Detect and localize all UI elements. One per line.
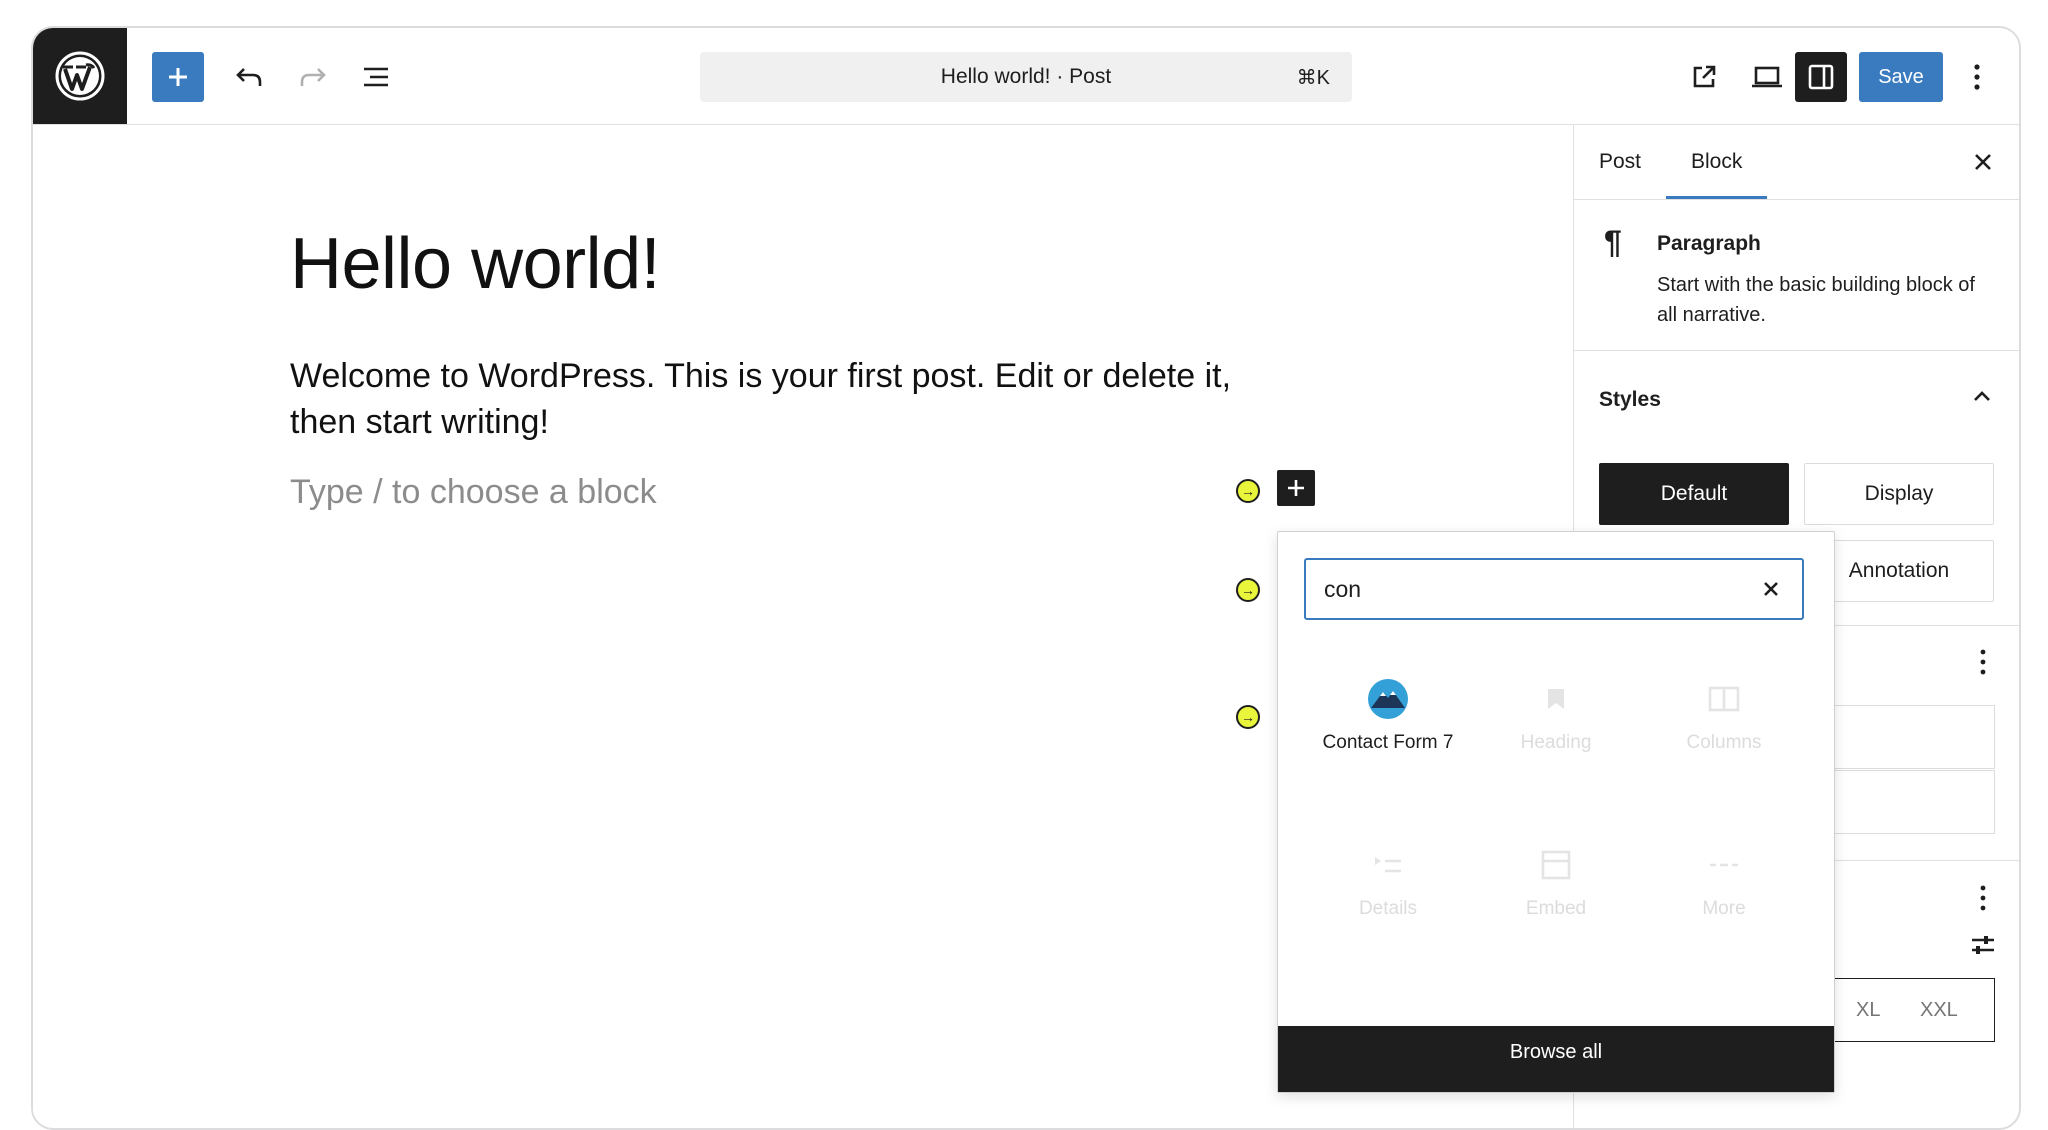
- block-card-description: Start with the basic building block of a…: [1657, 274, 1975, 326]
- settings-sidebar-toggle[interactable]: [1795, 52, 1847, 102]
- plus-icon: [169, 68, 187, 86]
- columns-icon: [1708, 686, 1740, 712]
- clear-search-button[interactable]: [1758, 576, 1784, 602]
- typography-settings-button[interactable]: [1970, 933, 1996, 962]
- font-size-xl[interactable]: XL: [1856, 999, 1880, 1022]
- block-result-heading[interactable]: Heading: [1472, 676, 1640, 754]
- style-default-button[interactable]: Default: [1599, 463, 1789, 525]
- styles-panel-toggle[interactable]: [1970, 385, 1994, 409]
- contact-form-7-icon: [1368, 679, 1408, 719]
- undo-icon: [236, 68, 262, 86]
- block-result-label: Contact Form 7: [1322, 732, 1454, 753]
- block-result-label: More: [1702, 898, 1746, 919]
- wordpress-icon: [55, 51, 105, 101]
- document-title: Hello world! · Post: [940, 65, 1112, 88]
- block-card: ¶ Paragraph Start with the basic buildin…: [1574, 200, 2019, 351]
- panel-options-button[interactable]: [1979, 649, 1999, 681]
- block-search-input[interactable]: [1306, 574, 1726, 604]
- sidebar-icon: [1808, 64, 1834, 90]
- paragraph-block[interactable]: Welcome to WordPress. This is your first…: [290, 353, 1300, 445]
- font-size-picker[interactable]: [1829, 978, 1995, 1042]
- style-display-button[interactable]: Display: [1804, 463, 1994, 525]
- more-icon: [1710, 863, 1738, 867]
- sidebar-tabs: Post Block: [1574, 125, 2019, 200]
- view-post-button[interactable]: [1678, 52, 1730, 102]
- save-button[interactable]: Save: [1859, 52, 1943, 102]
- block-result-columns[interactable]: Columns: [1640, 676, 1808, 754]
- tab-post[interactable]: Post: [1574, 125, 1666, 199]
- heading-icon: [1548, 689, 1564, 709]
- details-icon: [1375, 857, 1401, 873]
- list-view-icon: [364, 67, 388, 87]
- close-icon: [1764, 582, 1778, 596]
- more-vertical-icon: [1980, 649, 1986, 675]
- chevron-up-icon: [1974, 391, 1990, 401]
- block-result-more[interactable]: More: [1640, 842, 1808, 920]
- block-result-label: Details: [1358, 898, 1418, 919]
- empty-block-placeholder[interactable]: Type / to choose a block: [290, 473, 657, 512]
- command-shortcut: ⌘K: [1296, 67, 1330, 89]
- panel-options-button[interactable]: [1979, 885, 1999, 917]
- command-palette-bar[interactable]: Hello world! · Post ⌘K: [700, 52, 1352, 102]
- arrow-marker-icon: →: [1236, 578, 1260, 602]
- close-sidebar-button[interactable]: [1970, 149, 1996, 175]
- plus-icon: [1288, 480, 1304, 496]
- styles-panel-title[interactable]: Styles: [1599, 388, 1661, 412]
- tab-block[interactable]: Block: [1666, 125, 1768, 199]
- quick-inserter-popover: Contact Form 7 Heading Columns: [1277, 531, 1835, 1093]
- block-card-title: Paragraph: [1657, 232, 1761, 255]
- color-setting-row[interactable]: [1829, 705, 1995, 769]
- redo-icon: [300, 68, 326, 86]
- close-icon: [1975, 154, 1991, 170]
- arrow-marker-icon: →: [1236, 705, 1260, 729]
- arrow-marker-icon: →: [1236, 479, 1260, 503]
- block-result-details[interactable]: Details: [1304, 842, 1472, 920]
- embed-icon: [1541, 850, 1571, 880]
- undo-button[interactable]: [223, 52, 275, 102]
- block-search-field[interactable]: [1304, 558, 1804, 620]
- block-result-label: Heading: [1520, 732, 1592, 753]
- block-result-contact-form-7[interactable]: Contact Form 7: [1304, 676, 1472, 754]
- block-result-label: Columns: [1686, 732, 1762, 753]
- block-result-label: Embed: [1525, 898, 1587, 919]
- add-block-button[interactable]: [1277, 470, 1315, 506]
- wordpress-logo-button[interactable]: [33, 28, 127, 124]
- desktop-icon: [1752, 66, 1782, 88]
- browse-all-button[interactable]: Browse all: [1278, 1026, 1834, 1092]
- more-vertical-icon: [1980, 885, 1986, 911]
- options-menu-button[interactable]: [1957, 52, 1997, 102]
- redo-button[interactable]: [287, 52, 339, 102]
- document-overview-button[interactable]: [351, 52, 403, 102]
- top-toolbar: Hello world! · Post ⌘K Save: [33, 28, 2019, 125]
- font-size-xxl[interactable]: XXL: [1920, 999, 1958, 1022]
- block-result-embed[interactable]: Embed: [1472, 842, 1640, 920]
- sliders-icon: [1972, 936, 1994, 954]
- paragraph-icon: ¶: [1604, 224, 1622, 260]
- editor-window: Hello world! · Post ⌘K Save Hello world!…: [31, 26, 2021, 1130]
- post-title[interactable]: Hello world!: [290, 223, 661, 305]
- device-preview-button[interactable]: [1741, 52, 1793, 102]
- block-inserter-toggle-button[interactable]: [152, 52, 204, 102]
- external-link-icon: [1693, 65, 1716, 88]
- more-vertical-icon: [1974, 64, 1980, 90]
- color-setting-row[interactable]: [1829, 770, 1995, 834]
